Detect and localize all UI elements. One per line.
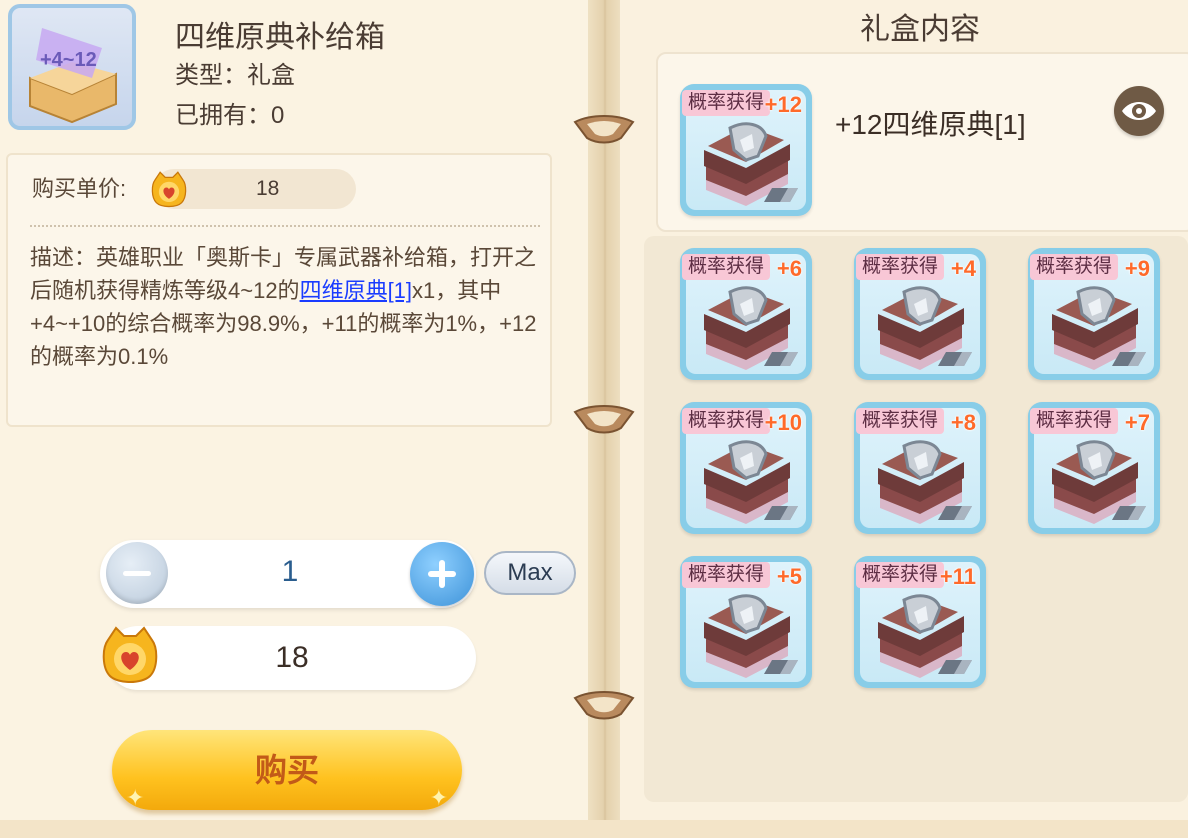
gift-box-icon: +4~12	[8, 4, 136, 130]
refine-level: +4	[950, 256, 976, 281]
refine-level: +5	[776, 564, 802, 589]
max-quantity-button[interactable]: Max	[484, 551, 576, 595]
weapon-corner-icon	[1112, 352, 1146, 366]
refine-level: +8	[950, 410, 976, 435]
reward-item[interactable]: 概率获得 +11	[854, 556, 986, 688]
weapon-corner-icon	[1112, 506, 1146, 520]
item-description: 描述：英雄职业「奥斯卡」专属武器补给箱，打开之后随机获得精炼等级4~12的四维原…	[30, 241, 540, 373]
binder-ring-icon	[573, 691, 635, 720]
increase-quantity-button[interactable]	[410, 542, 474, 606]
weapon-corner-icon	[938, 352, 972, 366]
reward-item[interactable]: 概率获得 +8	[854, 402, 986, 534]
sparkle-icon: ✦	[429, 785, 448, 810]
refine-level: +11	[939, 564, 976, 589]
binder-ring-icon	[573, 405, 635, 434]
binder-ring-icon	[573, 115, 635, 144]
eye-icon	[1122, 102, 1156, 120]
probability-tag: 概率获得	[856, 562, 945, 588]
divider	[30, 225, 540, 227]
unit-price-value: 18	[256, 177, 280, 200]
sparkle-icon: ✦	[126, 785, 145, 810]
probability-tag: 概率获得	[1030, 254, 1119, 280]
reward-item[interactable]: 概率获得 +9	[1028, 248, 1160, 380]
weapon-corner-icon	[764, 506, 798, 520]
description-panel: 购买单价: 18 描述：英雄职业「奥斯卡」专属武器补给箱，打开之后随机获得精炼等…	[6, 153, 552, 427]
probability-tag: 概率获得	[682, 562, 771, 588]
probability-tag: 概率获得	[856, 254, 945, 280]
reward-item[interactable]: 概率获得 +7	[1028, 402, 1160, 534]
probability-tag: 概率获得	[682, 408, 771, 434]
probability-tag: 概率获得	[682, 90, 771, 116]
preview-eye-button[interactable]	[1114, 86, 1164, 136]
item-owned-count: 已拥有：0	[175, 102, 285, 129]
probability-tag: 概率获得	[856, 408, 945, 434]
reward-item[interactable]: 概率获得 +6	[680, 248, 812, 380]
total-cost-value: 18	[275, 641, 309, 674]
probability-tag: 概率获得	[1030, 408, 1119, 434]
weapon-corner-icon	[764, 188, 798, 202]
decrease-quantity-button[interactable]	[106, 542, 168, 604]
gift-contents-title: 礼盒内容	[860, 13, 980, 46]
weapon-corner-icon	[764, 660, 798, 674]
reward-item[interactable]: 概率获得 +4	[854, 248, 986, 380]
refine-level: +6	[776, 256, 802, 281]
refine-level: +9	[1124, 256, 1150, 281]
refine-level: +7	[1124, 410, 1150, 435]
cat-coin-icon	[150, 171, 188, 209]
weapon-corner-icon	[938, 660, 972, 674]
item-type: 类型：礼盒	[175, 62, 295, 89]
buy-button-label: 购买	[254, 752, 319, 788]
svg-text:+4~12: +4~12	[40, 49, 97, 71]
item-title: 四维原典补给箱	[175, 21, 385, 54]
weapon-corner-icon	[938, 506, 972, 520]
quantity-input[interactable]: 1	[260, 555, 320, 589]
reward-item[interactable]: 概率获得 +5	[680, 556, 812, 688]
featured-reward-item[interactable]: 概率获得 +12	[680, 84, 812, 216]
unit-price-label: 购买单价:	[32, 176, 127, 201]
reward-item[interactable]: 概率获得 +10	[680, 402, 812, 534]
refine-level: +10	[764, 410, 802, 435]
description-item-link[interactable]: 四维原典[1]	[300, 278, 412, 303]
probability-tag: 概率获得	[682, 254, 771, 280]
weapon-corner-icon	[764, 352, 798, 366]
buy-button[interactable]: ✦ 购买 ✦	[112, 730, 462, 810]
cat-coin-icon	[100, 626, 160, 686]
featured-reward-name: +12四维原典[1]	[835, 109, 1026, 140]
refine-level: +12	[764, 92, 802, 117]
